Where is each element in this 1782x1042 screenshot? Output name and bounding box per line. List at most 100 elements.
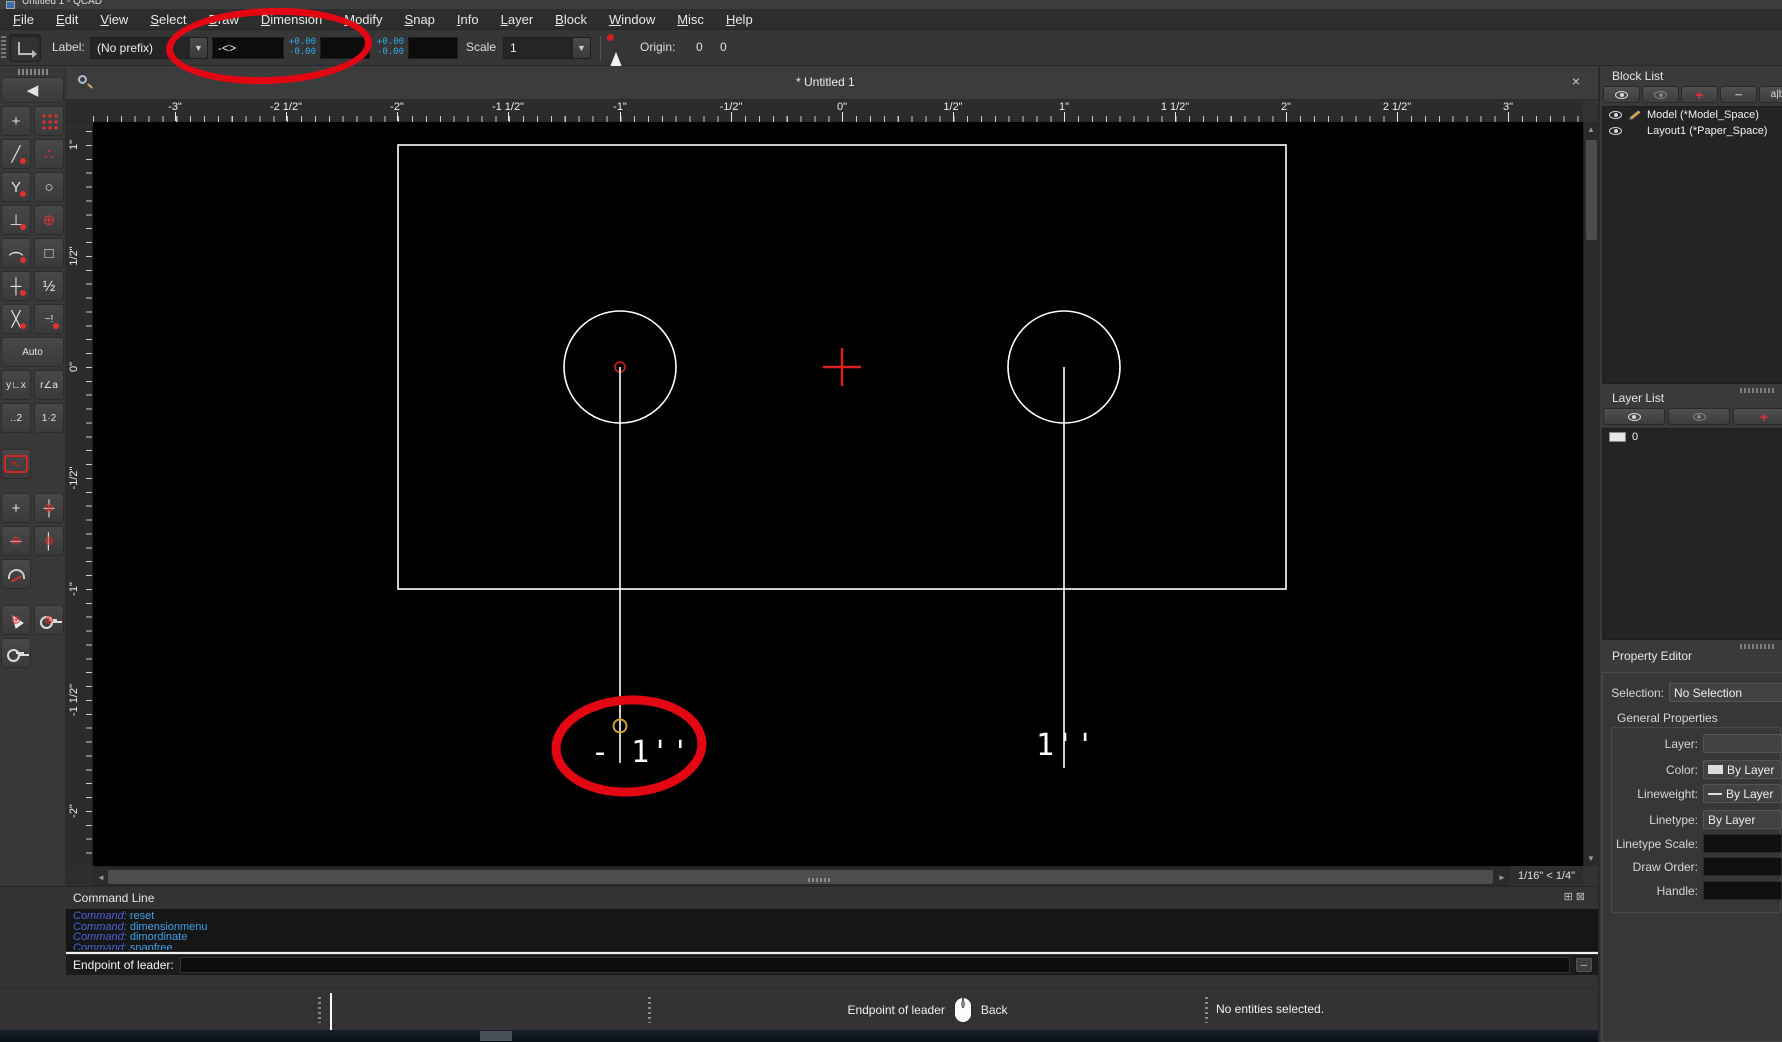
tolerance-display-2[interactable]: +0.00 -0.00 [374, 37, 404, 59]
scale-dropdown[interactable]: 1 ▼ [503, 37, 591, 59]
menu-layer[interactable]: Layer [490, 12, 545, 27]
panel-handle[interactable] [1740, 388, 1774, 393]
prefix-dropdown[interactable]: (No prefix) ▼ [90, 37, 208, 59]
snap-perpendicular-button[interactable]: ⊥ [1, 205, 31, 235]
tolerance-display-1[interactable]: +0.00 -0.00 [286, 37, 316, 59]
property-lineweight-dropdown[interactable]: By Layer [1703, 784, 1782, 803]
toolbar-grip[interactable] [1, 36, 6, 60]
property-color-dropdown[interactable]: By Layer [1703, 760, 1782, 779]
scroll-right-icon[interactable]: ► [1496, 873, 1508, 882]
dimension-text-right[interactable]: 1'' [1036, 728, 1096, 763]
snap-reference-button[interactable]: □ [34, 238, 64, 268]
snap-auto-button[interactable]: Auto [1, 337, 64, 367]
restrict-active-button[interactable]: ↖ [1, 449, 31, 479]
restrict-horizontal-button[interactable]: ─⊕ [1, 526, 31, 556]
property-linetype-dropdown[interactable]: By Layer [1703, 810, 1782, 829]
restrict-vertical-button[interactable]: │⊕ [34, 526, 64, 556]
snap-tangent-button[interactable]: ( [1, 238, 31, 268]
snap-middle-manual-button[interactable]: ½ [34, 271, 64, 301]
horizontal-scrollbar[interactable]: ◄ ► [93, 866, 1510, 886]
snap-intersection-manual-button[interactable]: ╳ [1, 304, 31, 334]
menu-snap[interactable]: Snap [394, 12, 446, 27]
lock-relative-zero-button[interactable]: ⊕ [34, 605, 64, 635]
restrict-orthogonal-button[interactable]: ┼⊕ [34, 493, 64, 523]
property-draworder-input[interactable] [1703, 857, 1782, 876]
menu-modify[interactable]: Modify [333, 12, 393, 27]
snap-on-entity-button[interactable]: ○ [34, 172, 64, 202]
property-layer-dropdown[interactable] [1703, 734, 1782, 753]
scroll-left-icon[interactable]: ◄ [95, 873, 107, 882]
block-remove-button[interactable]: − [1720, 86, 1757, 103]
snap-center-button[interactable]: ⊕ [34, 205, 64, 235]
block-add-button[interactable]: + [1681, 86, 1718, 103]
snap-endpoints-button[interactable]: ╱ [1, 139, 31, 169]
snap-distance-button[interactable]: −! [34, 304, 64, 334]
layer-hide-all-button[interactable] [1668, 408, 1730, 425]
back-button[interactable]: ◀ [1, 77, 64, 103]
snap-coordinate-polar-button[interactable]: r∠a [34, 370, 64, 400]
menu-dimension[interactable]: Dimension [250, 12, 333, 27]
block-list-item[interactable]: Layout1 (*Paper_Space) [1603, 123, 1782, 139]
horizontal-scrollbar-thumb[interactable] [108, 870, 1493, 884]
close-icon[interactable]: ⊠ [1576, 891, 1588, 903]
panel-handle[interactable] [1740, 644, 1774, 649]
origin-x-value[interactable]: 0 [696, 40, 703, 54]
vertical-scrollbar-thumb[interactable] [1586, 140, 1597, 240]
menu-file[interactable]: File [2, 12, 45, 27]
layer-add-button[interactable]: + [1733, 408, 1782, 425]
undock-icon[interactable]: ⊞ [1564, 891, 1576, 903]
menu-select[interactable]: Select [139, 12, 197, 27]
menu-help[interactable]: Help [715, 12, 764, 27]
menu-edit[interactable]: Edit [45, 12, 89, 27]
origin-y-value[interactable]: 0 [720, 40, 727, 54]
layer-show-all-button[interactable] [1603, 408, 1665, 425]
block-list-item[interactable]: Model (*Model_Space) [1603, 107, 1782, 123]
dimension-text-left[interactable]: - 1'' [591, 735, 691, 770]
lock-button[interactable] [1, 638, 31, 668]
restrict-off-button[interactable]: + [1, 493, 31, 523]
snap-middle-button[interactable]: ┼ [1, 271, 31, 301]
menu-misc[interactable]: Misc [666, 12, 715, 27]
document-tab[interactable]: * Untitled 1 [796, 75, 855, 89]
block-show-all-button[interactable] [1603, 86, 1640, 103]
snap-grid-button[interactable] [34, 106, 64, 136]
snap-angle-button[interactable] [1, 559, 31, 589]
tolerance-input-1[interactable] [320, 37, 370, 59]
tab-close-icon[interactable]: × [1572, 73, 1580, 89]
menu-window[interactable]: Window [598, 12, 666, 27]
eye-icon[interactable] [1609, 127, 1622, 135]
set-relative-zero-button[interactable]: ⊕ [1, 605, 31, 635]
scroll-down-icon[interactable]: ▼ [1584, 854, 1598, 863]
vertical-scrollbar[interactable]: ▲ ▼ [1583, 122, 1598, 866]
menu-bar: FileEditViewSelectDrawDimensionModifySna… [0, 9, 1782, 30]
chevron-down-icon[interactable]: ▼ [572, 38, 590, 58]
snap-reference-point-button[interactable]: ‥2 [1, 403, 31, 433]
block-rename-button[interactable]: a|b [1759, 86, 1782, 103]
menu-draw[interactable]: Draw [197, 12, 249, 27]
selection-dropdown[interactable]: No Selection [1669, 683, 1782, 702]
block-hide-all-button[interactable] [1642, 86, 1679, 103]
menu-info[interactable]: Info [446, 12, 490, 27]
tolerance-input-2[interactable] [408, 37, 458, 59]
dimension-label-input[interactable]: -<> [212, 37, 284, 59]
chevron-down-icon[interactable]: ▼ [189, 38, 207, 58]
snap-intersection-button[interactable]: Y [1, 172, 31, 202]
toolbar-grip[interactable] [18, 69, 48, 75]
drawing-canvas[interactable]: - 1'' 1'' [93, 122, 1583, 866]
command-line-dock-buttons[interactable]: ⊞⊠ [1564, 890, 1588, 903]
snap-coordinate-button[interactable]: y∟x [1, 370, 31, 400]
command-options-button[interactable]: ─ [1576, 958, 1592, 972]
snap-points-button[interactable]: ∴ [34, 139, 64, 169]
snap-ortho-button[interactable]: 1·2 [34, 403, 64, 433]
snap-free-button[interactable]: + [1, 106, 31, 136]
property-linetypescale-input[interactable] [1703, 834, 1782, 853]
command-input[interactable] [180, 957, 1570, 973]
ordinate-dimension-toggle-button[interactable] [9, 34, 41, 62]
eye-icon[interactable] [1609, 111, 1622, 119]
menu-view[interactable]: View [89, 12, 139, 27]
layer-list-item[interactable]: 0 [1603, 429, 1782, 445]
command-history[interactable]: Command: resetCommand: dimensionmenuComm… [66, 909, 1598, 951]
menu-block[interactable]: Block [544, 12, 598, 27]
scroll-up-icon[interactable]: ▲ [1584, 125, 1598, 134]
property-handle-input[interactable] [1703, 881, 1782, 900]
